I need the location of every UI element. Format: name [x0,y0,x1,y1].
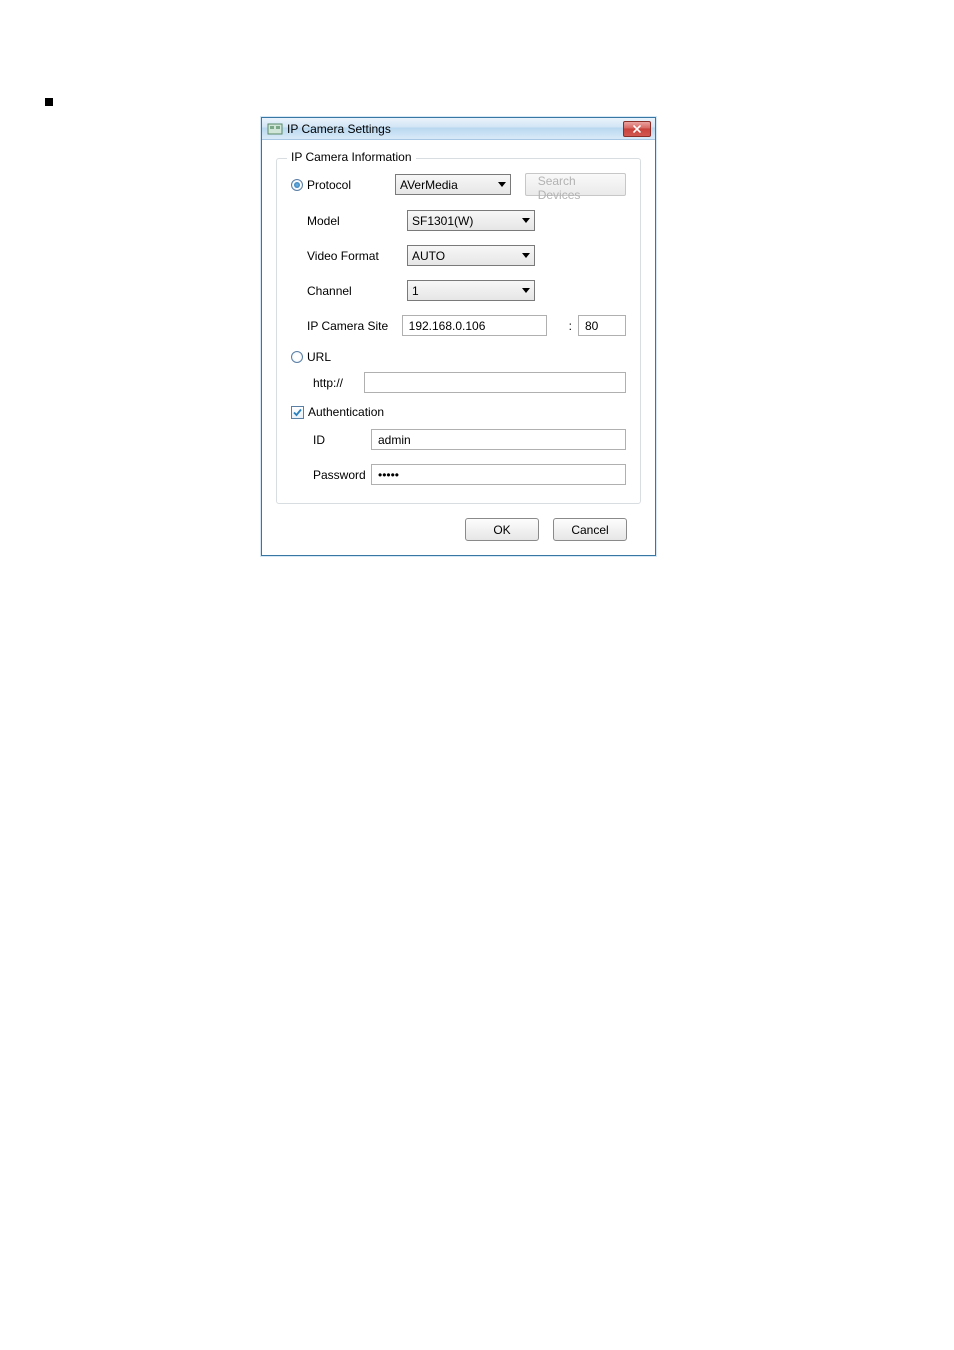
search-devices-button: Search Devices [525,173,626,196]
channel-dropdown[interactable]: 1 [407,280,535,301]
chevron-down-icon [522,218,530,223]
url-input[interactable] [364,372,626,393]
close-button[interactable] [623,121,651,137]
port-input[interactable]: 80 [578,315,626,336]
protocol-radio[interactable] [291,179,303,191]
model-dropdown[interactable]: SF1301(W) [407,210,535,231]
chevron-down-icon [522,253,530,258]
video-format-dropdown[interactable]: AUTO [407,245,535,266]
id-input[interactable]: admin [371,429,626,450]
group-legend: IP Camera Information [287,150,416,164]
ip-camera-settings-dialog: IP Camera Settings IP Camera Information… [261,117,656,556]
authentication-checkbox[interactable] [291,406,304,419]
channel-value: 1 [412,284,522,298]
ip-camera-site-label: IP Camera Site [307,319,388,333]
title-bar: IP Camera Settings [262,118,655,140]
bullet-marker [45,98,53,106]
ip-camera-information-group: IP Camera Information Protocol AVerMedia… [276,158,641,504]
http-label: http:// [313,376,343,390]
password-label: Password [313,468,366,482]
id-label: ID [313,433,325,447]
ip-address-input[interactable]: 192.168.0.106 [402,315,547,336]
protocol-value: AVerMedia [400,178,498,192]
video-format-value: AUTO [412,249,522,263]
channel-label: Channel [307,284,352,298]
app-icon [267,121,283,137]
dialog-body: IP Camera Information Protocol AVerMedia… [262,140,655,555]
url-radio[interactable] [291,351,303,363]
model-value: SF1301(W) [412,214,522,228]
ok-button[interactable]: OK [465,518,539,541]
colon-separator: : [569,319,572,333]
dialog-title: IP Camera Settings [287,122,623,136]
cancel-button[interactable]: Cancel [553,518,627,541]
chevron-down-icon [498,182,506,187]
model-label: Model [307,214,340,228]
url-label: URL [307,350,331,364]
video-format-label: Video Format [307,249,379,263]
protocol-label: Protocol [307,178,351,192]
protocol-dropdown[interactable]: AVerMedia [395,174,511,195]
authentication-label: Authentication [308,405,384,419]
chevron-down-icon [522,288,530,293]
password-input[interactable]: ••••• [371,464,626,485]
